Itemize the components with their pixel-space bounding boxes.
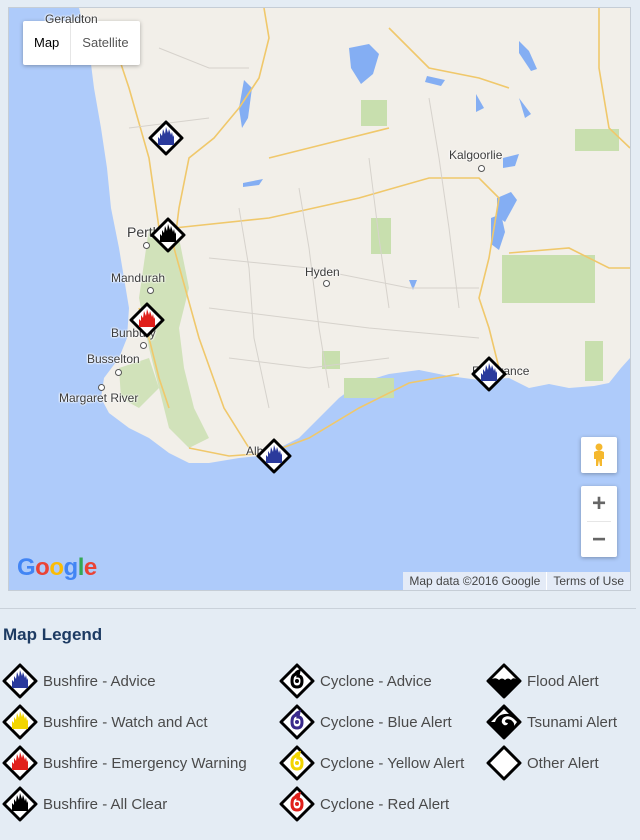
- map-base-tiles[interactable]: [9, 8, 630, 590]
- bushfire-emergency-warning-icon: [2, 745, 38, 781]
- zoom-out-button[interactable]: −: [581, 522, 617, 557]
- legend-label: Bushfire - Watch and Act: [43, 713, 208, 731]
- cyclone-red-alert-icon: [279, 786, 315, 822]
- bushfire-emergency-warning-marker[interactable]: [129, 302, 165, 338]
- city-label-hyden: Hyden: [305, 265, 340, 279]
- city-dot-kalgoorlie: [478, 165, 485, 172]
- legend-item-cyclone-advice: Cyclone - Advice: [279, 663, 432, 699]
- cyclone-blue-alert-icon: [279, 704, 315, 740]
- legend-label: Cyclone - Advice: [320, 672, 432, 690]
- bushfire-advice-marker[interactable]: [148, 120, 184, 156]
- google-logo[interactable]: Google: [17, 554, 97, 582]
- terms-of-use-link[interactable]: Terms of Use: [546, 572, 630, 590]
- map-type-satellite-button[interactable]: Satellite: [71, 21, 139, 65]
- legend-label: Tsunami Alert: [527, 713, 618, 731]
- bushfire-advice-marker[interactable]: [471, 356, 507, 392]
- flood-alert-icon: [486, 663, 522, 699]
- zoom-control: + −: [581, 486, 617, 557]
- map-type-control: Map Satellite: [23, 21, 140, 65]
- city-dot-mandurah: [147, 287, 154, 294]
- city-dot-hyden: [323, 280, 330, 287]
- legend-label: Bushfire - All Clear: [43, 795, 168, 813]
- alert-map[interactable]: Map Satellite Geraldton Kalgoorlie Perth…: [8, 7, 631, 591]
- tsunami-alert-icon: [486, 704, 522, 740]
- city-label-busselton: Busselton: [87, 352, 140, 366]
- map-data-attribution: Map data ©2016 Google: [403, 572, 547, 590]
- city-dot-margaret-river: [98, 384, 105, 391]
- divider: [0, 608, 636, 609]
- legend-label: Other Alert: [527, 754, 599, 772]
- legend-item-cyclone-blue-alert: Cyclone - Blue Alert: [279, 704, 452, 740]
- bushfire-advice-marker[interactable]: [256, 438, 292, 474]
- bushfire-watch-and-act-icon: [2, 704, 38, 740]
- legend-label: Cyclone - Yellow Alert: [320, 754, 465, 772]
- cyclone-advice-icon: [279, 663, 315, 699]
- legend-label: Cyclone - Red Alert: [320, 795, 450, 813]
- map-type-map-button[interactable]: Map: [23, 21, 72, 65]
- legend-item-bushfire-emergency-warning: Bushfire - Emergency Warning: [2, 745, 247, 781]
- map-attribution: Map data ©2016 Google Terms of Use: [403, 572, 630, 590]
- legend-label: Flood Alert: [527, 672, 599, 690]
- legend-label: Cyclone - Blue Alert: [320, 713, 452, 731]
- legend-item-cyclone-red-alert: Cyclone - Red Alert: [279, 786, 449, 822]
- city-label-mandurah: Mandurah: [111, 271, 166, 285]
- street-view-pegman-button[interactable]: [581, 437, 617, 473]
- zoom-in-button[interactable]: +: [581, 486, 617, 521]
- legend-item-bushfire-advice: Bushfire - Advice: [2, 663, 156, 699]
- city-label-margaret-river: Margaret River: [59, 391, 139, 405]
- legend-item-bushfire-all-clear: Bushfire - All Clear: [2, 786, 167, 822]
- city-dot-perth: [143, 242, 150, 249]
- legend-label: Bushfire - Emergency Warning: [43, 754, 247, 772]
- pegman-icon: [594, 443, 604, 466]
- other-alert-icon: [486, 745, 522, 781]
- city-label-geraldton: Geraldton: [45, 12, 98, 26]
- legend-item-cyclone-yellow-alert: Cyclone - Yellow Alert: [279, 745, 464, 781]
- city-dot-busselton: [115, 369, 122, 376]
- cyclone-yellow-alert-icon: [279, 745, 315, 781]
- legend-label: Bushfire - Advice: [43, 672, 156, 690]
- bushfire-advice-icon: [2, 663, 38, 699]
- bushfire-all-clear-icon: [2, 786, 38, 822]
- legend-item-bushfire-watch-and-act: Bushfire - Watch and Act: [2, 704, 208, 740]
- legend-title: Map Legend: [3, 625, 103, 644]
- bushfire-all-clear-marker[interactable]: [150, 217, 186, 253]
- city-label-kalgoorlie: Kalgoorlie: [449, 148, 503, 162]
- legend-item-flood-alert: Flood Alert: [486, 663, 599, 699]
- legend-item-other-alert: Other Alert: [486, 745, 599, 781]
- city-dot-bunbury: [140, 342, 147, 349]
- legend-item-tsunami-alert: Tsunami Alert: [486, 704, 617, 740]
